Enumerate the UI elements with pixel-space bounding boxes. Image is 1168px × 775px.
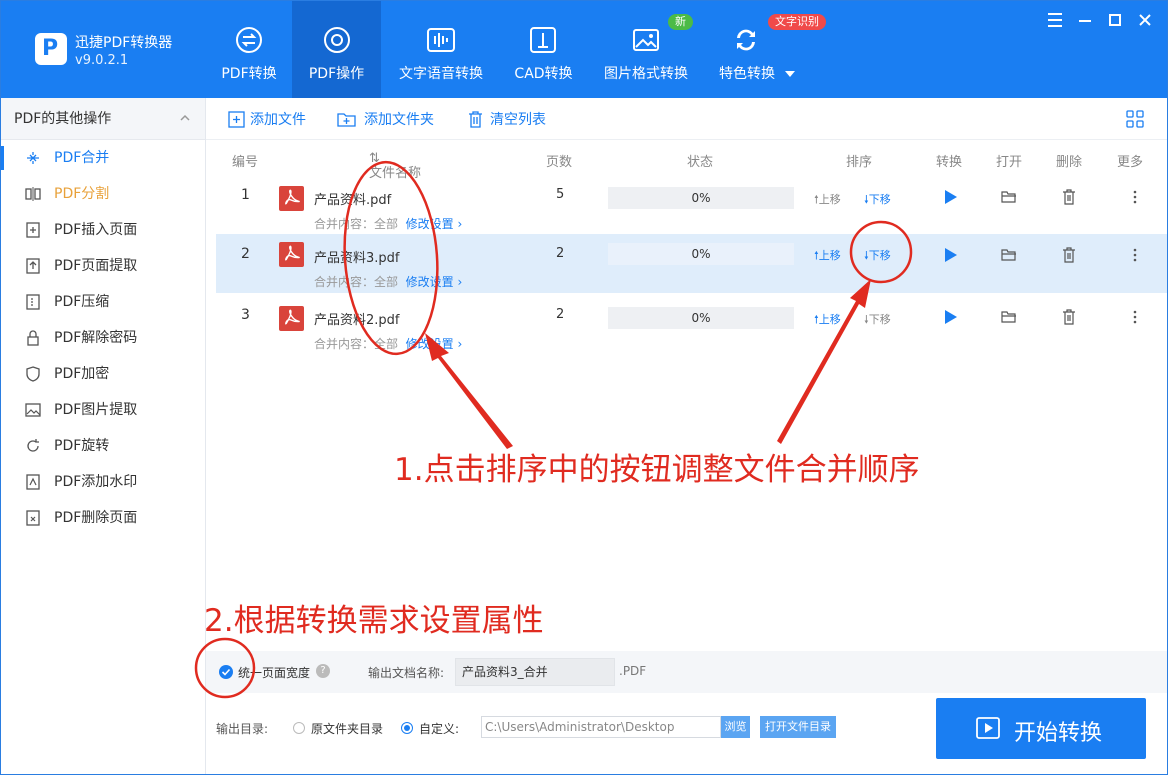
annotation-note-2: 2.根据转换需求设置属性 [204, 603, 544, 639]
annotation-circle-down [849, 220, 913, 284]
annotation-circle-checkbox [194, 637, 256, 699]
annotation-overlay [194, 160, 913, 699]
annotation-arrow-right [777, 279, 871, 444]
annotation-ellipse-name [343, 160, 439, 356]
annotation-note-1: 1.点击排序中的按钮调整文件合并顺序 [394, 452, 920, 488]
annotation-arrow-left [425, 333, 513, 449]
app-window: P 迅捷PDF转换器 v9.0.2.1 PDF转换 PDF操作 文字语音转换 C… [0, 0, 1168, 775]
